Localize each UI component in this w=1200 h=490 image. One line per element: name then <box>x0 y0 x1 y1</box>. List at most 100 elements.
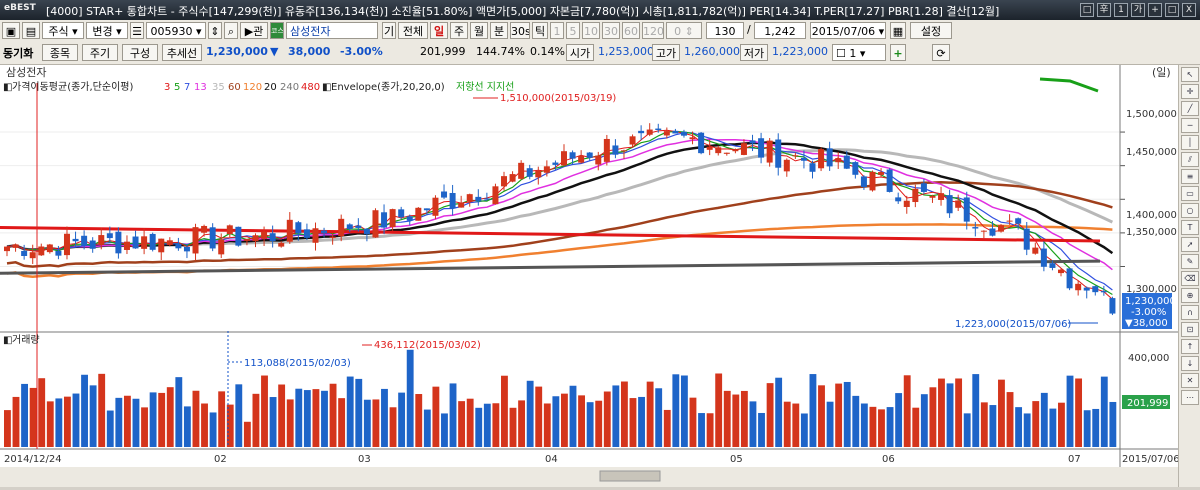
volume-bar <box>963 413 971 447</box>
rect-tool-icon[interactable]: ▭ <box>1181 186 1199 201</box>
volume-bar <box>81 374 88 447</box>
hline-tool-icon[interactable]: ─ <box>1181 118 1199 133</box>
period-gi-button[interactable]: 기 <box>382 22 396 39</box>
candle-body <box>869 171 876 191</box>
turnover-value: 0.14% <box>530 45 565 58</box>
panel-menu-icon[interactable]: ▤ <box>22 22 40 39</box>
ma-period-13: 13 <box>194 82 207 93</box>
pencil-tool-icon[interactable]: ✎ <box>1181 254 1199 269</box>
candle-body <box>689 137 696 140</box>
volume-bar <box>561 393 568 447</box>
candle-body <box>578 156 585 163</box>
crosshair-tool-icon[interactable]: ✛ <box>1181 84 1199 99</box>
text-tool-icon[interactable]: T <box>1181 220 1199 235</box>
candle-body <box>1058 269 1065 274</box>
page-button[interactable]: 1 <box>1114 3 1128 17</box>
candle-body <box>381 212 388 228</box>
channel-tool-icon[interactable]: ⫽ <box>1181 152 1199 167</box>
trendline-button[interactable]: 추세선 <box>162 44 202 61</box>
vline-tool-icon[interactable]: │ <box>1181 135 1199 150</box>
add-button[interactable]: + <box>1148 3 1162 17</box>
lock-tool-icon[interactable]: ⊡ <box>1181 322 1199 337</box>
maximize-button[interactable]: □ <box>1165 3 1179 17</box>
chart-area[interactable]: 삼성전자 (일) ◧ 가격이동평균(종가,단순이평) 3 5 7 13 35 6… <box>0 65 1180 487</box>
interval-10-button[interactable]: 10 <box>582 22 600 39</box>
arrow-tool-icon[interactable]: ➚ <box>1181 237 1199 252</box>
magnet-tool-icon[interactable]: ∩ <box>1181 305 1199 320</box>
compose-button[interactable]: 구성 <box>122 44 158 61</box>
candle-body <box>775 139 782 168</box>
candle-body <box>800 157 807 161</box>
volume-bar <box>680 375 688 447</box>
stock-name-field[interactable]: 삼성전자 <box>286 22 378 39</box>
relation-button[interactable]: ▶관 <box>240 22 268 39</box>
volume-bar <box>106 410 114 447</box>
delete-tool-icon[interactable]: ✕ <box>1181 373 1199 388</box>
custom-count-input[interactable]: 0 ⇕ <box>666 22 702 39</box>
volume-bar <box>29 387 37 447</box>
volume-bar <box>12 396 20 447</box>
stock-list-button[interactable]: 종목 <box>42 44 78 61</box>
date-input[interactable]: 2015/07/06 ▾ <box>810 22 886 39</box>
list-icon[interactable]: ☰ <box>130 22 144 39</box>
interval-60-button[interactable]: 60 <box>622 22 640 39</box>
period-month-button[interactable]: 월 <box>470 22 488 39</box>
link-button[interactable]: 辛 <box>1097 3 1111 17</box>
down-arrow-tool-icon[interactable]: ↓ <box>1181 356 1199 371</box>
stock-code-input[interactable]: 005930 ▾ <box>146 22 206 39</box>
period-30s-button[interactable]: 30s <box>510 22 530 39</box>
change-select[interactable]: 변경 ▾ <box>86 22 128 39</box>
volume-bar <box>449 383 457 447</box>
volume-bar <box>175 377 183 447</box>
candle-body <box>406 216 413 221</box>
restore-button[interactable]: □ <box>1080 3 1094 17</box>
more-tool-icon[interactable]: ⋯ <box>1181 390 1199 405</box>
count-select[interactable]: ☐ 1 ▾ <box>832 44 886 61</box>
candle-body <box>586 152 593 158</box>
change-arrow-icon: ▼ <box>270 45 279 58</box>
toggle-panel-icon[interactable]: ▣ <box>2 22 20 39</box>
interval-120-button[interactable]: 120 <box>642 22 664 39</box>
candle-body <box>252 235 259 242</box>
y-tick-1500000: 1,500,000 <box>1126 109 1177 120</box>
cursor-tool-icon[interactable]: ↖ <box>1181 67 1199 82</box>
volume-bar <box>1049 408 1057 447</box>
display-count-input[interactable]: 130 <box>706 22 744 39</box>
price-volume-chart[interactable]: 삼성전자 (일) ◧ 가격이동평균(종가,단순이평) 3 5 7 13 35 6… <box>0 65 1180 487</box>
font-button[interactable]: 가 <box>1131 3 1145 17</box>
ma-period-35: 35 <box>212 82 225 93</box>
x-label-end: 2015/07/06 <box>1122 454 1178 465</box>
zoom-tool-icon[interactable]: ⊕ <box>1181 288 1199 303</box>
calendar-icon[interactable]: ▦ <box>890 22 906 39</box>
line-tool-icon[interactable]: ╱ <box>1181 101 1199 116</box>
interval-30-button[interactable]: 30 <box>602 22 620 39</box>
period-all-button[interactable]: 전체 <box>398 22 428 39</box>
refresh-icon[interactable]: ⟳ <box>932 44 950 61</box>
settings-button[interactable]: 설정 <box>910 22 952 39</box>
volume-bar <box>620 381 628 447</box>
candle-body <box>372 210 379 238</box>
close-button[interactable]: X <box>1182 3 1196 17</box>
volume-bar <box>1023 413 1031 447</box>
period-minute-button[interactable]: 분 <box>490 22 508 39</box>
circle-tool-icon[interactable]: ○ <box>1181 203 1199 218</box>
interval-1-button[interactable]: 1 <box>550 22 564 39</box>
interval-5-button[interactable]: 5 <box>566 22 580 39</box>
period-week-button[interactable]: 주 <box>450 22 468 39</box>
low-annotation: 1,223,000(2015/07/06) <box>955 319 1071 330</box>
updown-icon[interactable]: ⇕ <box>208 22 222 39</box>
market-select[interactable]: 주식 ▾ <box>42 22 84 39</box>
volume-bar <box>980 402 988 447</box>
volume-bar <box>441 413 448 447</box>
fibo-tool-icon[interactable]: ≡ <box>1181 169 1199 184</box>
search-icon[interactable]: ⌕ <box>224 22 238 39</box>
volume-bar <box>1075 378 1083 447</box>
up-arrow-tool-icon[interactable]: ↑ <box>1181 339 1199 354</box>
cycle-button[interactable]: 주기 <box>82 44 118 61</box>
volume-bar <box>475 407 483 447</box>
x-label-07: 07 <box>1068 454 1081 465</box>
period-day-button[interactable]: 일 <box>430 22 448 39</box>
add-icon[interactable]: + <box>890 44 906 61</box>
eraser-tool-icon[interactable]: ⌫ <box>1181 271 1199 286</box>
period-tick-button[interactable]: 틱 <box>532 22 548 39</box>
